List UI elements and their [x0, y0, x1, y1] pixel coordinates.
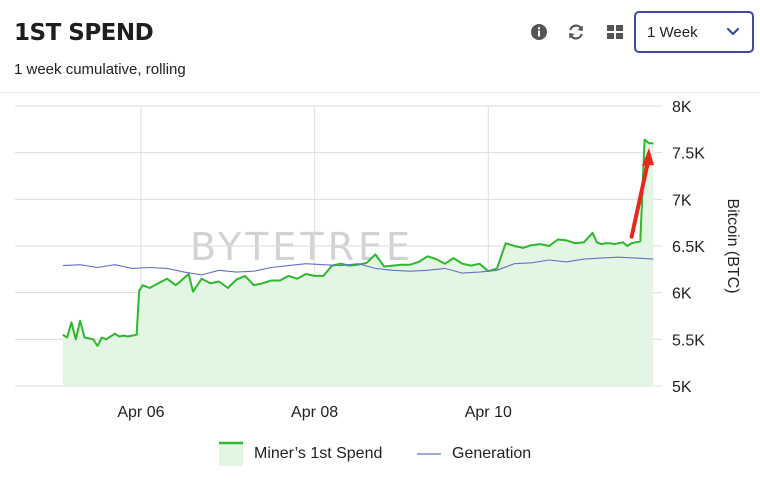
y-axis-title: Bitcoin (BTC) [724, 198, 741, 293]
y-tick-label: 7.5K [672, 146, 705, 163]
first-spend-chart: BYTETREE8K7.5K7K6.5K6K5.5K5KApr 06 Apr 08… [15, 99, 741, 421]
legend-swatch-generation [417, 453, 441, 455]
y-tick-label: 7K [672, 192, 692, 209]
refresh-icon[interactable] [566, 22, 586, 42]
period-select-value: 1 Week [647, 24, 698, 41]
period-select[interactable]: 1 Week [634, 11, 754, 53]
legend-swatch-spend [219, 441, 243, 466]
card-subtitle: 1 week cumulative, rolling [14, 61, 186, 78]
legend-label-generation: Generation [452, 445, 532, 462]
y-tick-label: 6.5K [672, 239, 705, 256]
y-tick-label: 8K [672, 99, 692, 116]
chevron-down-icon [726, 27, 740, 36]
info-icon[interactable] [529, 22, 549, 42]
y-tick-label: 5K [672, 379, 692, 396]
y-tick-label: 6K [672, 286, 692, 303]
x-tick-label: Apr 10 [465, 404, 512, 421]
chart-legend: Miner’s 1st Spend Generation [0, 440, 760, 470]
card-title: 1ST SPEND [14, 20, 154, 46]
card-header: 1ST SPEND 1 week cumulative, rolling 1 W… [0, 0, 760, 93]
grid-icon[interactable] [605, 22, 625, 42]
x-tick-label: Apr 06 [117, 404, 164, 421]
first-spend-card: 1ST SPEND 1 week cumulative, rolling 1 W… [0, 0, 760, 490]
legend-label-spend: Miner’s 1st Spend [254, 445, 383, 462]
chart-area: BYTETREE 8K 7.5K 7K 6.5K 6K 5.5K 5K Apr 06 Apr 08… [0, 92, 760, 432]
x-tick-label: Apr 08 [291, 404, 338, 421]
legend-item-generation[interactable]: Generation [416, 440, 531, 468]
legend-item-spend[interactable]: Miner’s 1st Spend [218, 440, 382, 468]
y-tick-label: 5.5K [672, 332, 705, 349]
